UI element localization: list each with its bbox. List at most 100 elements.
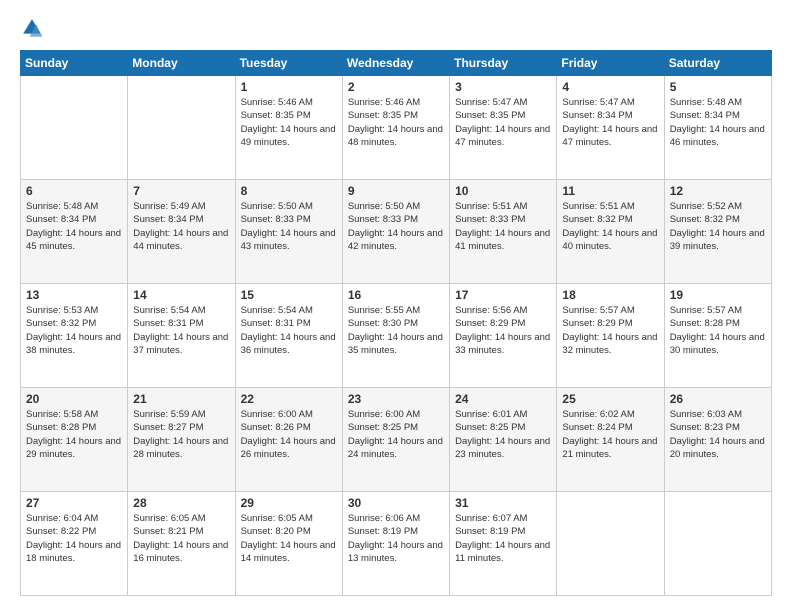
calendar-cell: 4 Sunrise: 5:47 AM Sunset: 8:34 PM Daylig… <box>557 76 664 180</box>
day-info: Sunrise: 5:52 AM Sunset: 8:32 PM Dayligh… <box>670 200 766 253</box>
calendar-cell: 1 Sunrise: 5:46 AM Sunset: 8:35 PM Daylig… <box>235 76 342 180</box>
calendar-cell <box>21 76 128 180</box>
calendar-cell: 25 Sunrise: 6:02 AM Sunset: 8:24 PM Dayli… <box>557 388 664 492</box>
day-info: Sunrise: 5:50 AM Sunset: 8:33 PM Dayligh… <box>348 200 444 253</box>
day-info: Sunrise: 5:58 AM Sunset: 8:28 PM Dayligh… <box>26 408 122 461</box>
day-info: Sunrise: 5:48 AM Sunset: 8:34 PM Dayligh… <box>670 96 766 149</box>
logo <box>20 16 48 40</box>
page: SundayMondayTuesdayWednesdayThursdayFrid… <box>0 0 792 612</box>
day-header-monday: Monday <box>128 51 235 76</box>
calendar-week-4: 27 Sunrise: 6:04 AM Sunset: 8:22 PM Dayli… <box>21 492 772 596</box>
day-info: Sunrise: 5:53 AM Sunset: 8:32 PM Dayligh… <box>26 304 122 357</box>
day-number: 6 <box>26 184 122 198</box>
day-number: 2 <box>348 80 444 94</box>
calendar-cell: 26 Sunrise: 6:03 AM Sunset: 8:23 PM Dayli… <box>664 388 771 492</box>
day-number: 5 <box>670 80 766 94</box>
calendar-cell: 11 Sunrise: 5:51 AM Sunset: 8:32 PM Dayli… <box>557 180 664 284</box>
calendar-cell: 30Sunrise: 6:06 AM Sunset: 8:19 PM Dayli… <box>342 492 449 596</box>
header <box>20 16 772 40</box>
day-info: Sunrise: 5:57 AM Sunset: 8:28 PM Dayligh… <box>670 304 766 357</box>
day-number: 12 <box>670 184 766 198</box>
calendar-cell: 19 Sunrise: 5:57 AM Sunset: 8:28 PM Dayli… <box>664 284 771 388</box>
day-number: 18 <box>562 288 658 302</box>
day-info: Sunrise: 6:05 AM Sunset: 8:21 PM Dayligh… <box>133 512 229 565</box>
calendar-cell: 31Sunrise: 6:07 AM Sunset: 8:19 PM Dayli… <box>450 492 557 596</box>
day-number: 28 <box>133 496 229 510</box>
calendar-cell: 17 Sunrise: 5:56 AM Sunset: 8:29 PM Dayli… <box>450 284 557 388</box>
calendar-week-0: 1 Sunrise: 5:46 AM Sunset: 8:35 PM Daylig… <box>21 76 772 180</box>
calendar-cell: 14 Sunrise: 5:54 AM Sunset: 8:31 PM Dayli… <box>128 284 235 388</box>
calendar-cell: 18 Sunrise: 5:57 AM Sunset: 8:29 PM Dayli… <box>557 284 664 388</box>
day-number: 25 <box>562 392 658 406</box>
day-number: 26 <box>670 392 766 406</box>
calendar-cell: 21 Sunrise: 5:59 AM Sunset: 8:27 PM Dayli… <box>128 388 235 492</box>
day-number: 15 <box>241 288 337 302</box>
calendar-cell: 2 Sunrise: 5:46 AM Sunset: 8:35 PM Daylig… <box>342 76 449 180</box>
day-number: 24 <box>455 392 551 406</box>
day-number: 3 <box>455 80 551 94</box>
calendar-cell: 13 Sunrise: 5:53 AM Sunset: 8:32 PM Dayli… <box>21 284 128 388</box>
day-info: Sunrise: 5:54 AM Sunset: 8:31 PM Dayligh… <box>241 304 337 357</box>
day-info: Sunrise: 5:55 AM Sunset: 8:30 PM Dayligh… <box>348 304 444 357</box>
day-info: Sunrise: 5:46 AM Sunset: 8:35 PM Dayligh… <box>348 96 444 149</box>
day-header-friday: Friday <box>557 51 664 76</box>
calendar-cell: 24 Sunrise: 6:01 AM Sunset: 8:25 PM Dayli… <box>450 388 557 492</box>
day-header-wednesday: Wednesday <box>342 51 449 76</box>
day-number: 7 <box>133 184 229 198</box>
calendar-cell: 8Sunrise: 5:50 AM Sunset: 8:33 PM Daylig… <box>235 180 342 284</box>
calendar-cell: 10 Sunrise: 5:51 AM Sunset: 8:33 PM Dayli… <box>450 180 557 284</box>
day-header-thursday: Thursday <box>450 51 557 76</box>
day-number: 27 <box>26 496 122 510</box>
day-number: 13 <box>26 288 122 302</box>
day-header-sunday: Sunday <box>21 51 128 76</box>
day-info: Sunrise: 6:05 AM Sunset: 8:20 PM Dayligh… <box>241 512 337 565</box>
calendar-cell: 9 Sunrise: 5:50 AM Sunset: 8:33 PM Daylig… <box>342 180 449 284</box>
calendar-cell: 3Sunrise: 5:47 AM Sunset: 8:35 PM Daylig… <box>450 76 557 180</box>
day-number: 23 <box>348 392 444 406</box>
calendar-cell: 23 Sunrise: 6:00 AM Sunset: 8:25 PM Dayli… <box>342 388 449 492</box>
day-info: Sunrise: 6:00 AM Sunset: 8:25 PM Dayligh… <box>348 408 444 461</box>
day-info: Sunrise: 6:00 AM Sunset: 8:26 PM Dayligh… <box>241 408 337 461</box>
calendar-week-1: 6 Sunrise: 5:48 AM Sunset: 8:34 PM Daylig… <box>21 180 772 284</box>
day-number: 21 <box>133 392 229 406</box>
day-info: Sunrise: 6:01 AM Sunset: 8:25 PM Dayligh… <box>455 408 551 461</box>
calendar-week-3: 20 Sunrise: 5:58 AM Sunset: 8:28 PM Dayli… <box>21 388 772 492</box>
day-info: Sunrise: 5:47 AM Sunset: 8:34 PM Dayligh… <box>562 96 658 149</box>
header-row: SundayMondayTuesdayWednesdayThursdayFrid… <box>21 51 772 76</box>
day-number: 9 <box>348 184 444 198</box>
calendar-cell: 22Sunrise: 6:00 AM Sunset: 8:26 PM Dayli… <box>235 388 342 492</box>
calendar-cell <box>664 492 771 596</box>
day-info: Sunrise: 5:48 AM Sunset: 8:34 PM Dayligh… <box>26 200 122 253</box>
calendar-table: SundayMondayTuesdayWednesdayThursdayFrid… <box>20 50 772 596</box>
calendar-cell: 12 Sunrise: 5:52 AM Sunset: 8:32 PM Dayli… <box>664 180 771 284</box>
day-info: Sunrise: 5:46 AM Sunset: 8:35 PM Dayligh… <box>241 96 337 149</box>
day-number: 20 <box>26 392 122 406</box>
day-number: 11 <box>562 184 658 198</box>
day-number: 30 <box>348 496 444 510</box>
day-number: 4 <box>562 80 658 94</box>
calendar-cell: 28 Sunrise: 6:05 AM Sunset: 8:21 PM Dayli… <box>128 492 235 596</box>
calendar-cell: 16 Sunrise: 5:55 AM Sunset: 8:30 PM Dayli… <box>342 284 449 388</box>
day-info: Sunrise: 5:54 AM Sunset: 8:31 PM Dayligh… <box>133 304 229 357</box>
day-info: Sunrise: 5:56 AM Sunset: 8:29 PM Dayligh… <box>455 304 551 357</box>
day-info: Sunrise: 6:02 AM Sunset: 8:24 PM Dayligh… <box>562 408 658 461</box>
calendar-body: 1 Sunrise: 5:46 AM Sunset: 8:35 PM Daylig… <box>21 76 772 596</box>
day-info: Sunrise: 5:51 AM Sunset: 8:33 PM Dayligh… <box>455 200 551 253</box>
day-info: Sunrise: 5:51 AM Sunset: 8:32 PM Dayligh… <box>562 200 658 253</box>
calendar-cell <box>128 76 235 180</box>
day-info: Sunrise: 5:57 AM Sunset: 8:29 PM Dayligh… <box>562 304 658 357</box>
calendar-cell: 7Sunrise: 5:49 AM Sunset: 8:34 PM Daylig… <box>128 180 235 284</box>
day-number: 19 <box>670 288 766 302</box>
day-number: 17 <box>455 288 551 302</box>
day-number: 1 <box>241 80 337 94</box>
day-number: 31 <box>455 496 551 510</box>
day-number: 14 <box>133 288 229 302</box>
calendar-cell: 6 Sunrise: 5:48 AM Sunset: 8:34 PM Daylig… <box>21 180 128 284</box>
day-number: 16 <box>348 288 444 302</box>
day-header-tuesday: Tuesday <box>235 51 342 76</box>
day-number: 10 <box>455 184 551 198</box>
day-info: Sunrise: 6:03 AM Sunset: 8:23 PM Dayligh… <box>670 408 766 461</box>
day-info: Sunrise: 6:04 AM Sunset: 8:22 PM Dayligh… <box>26 512 122 565</box>
day-number: 29 <box>241 496 337 510</box>
day-info: Sunrise: 5:59 AM Sunset: 8:27 PM Dayligh… <box>133 408 229 461</box>
